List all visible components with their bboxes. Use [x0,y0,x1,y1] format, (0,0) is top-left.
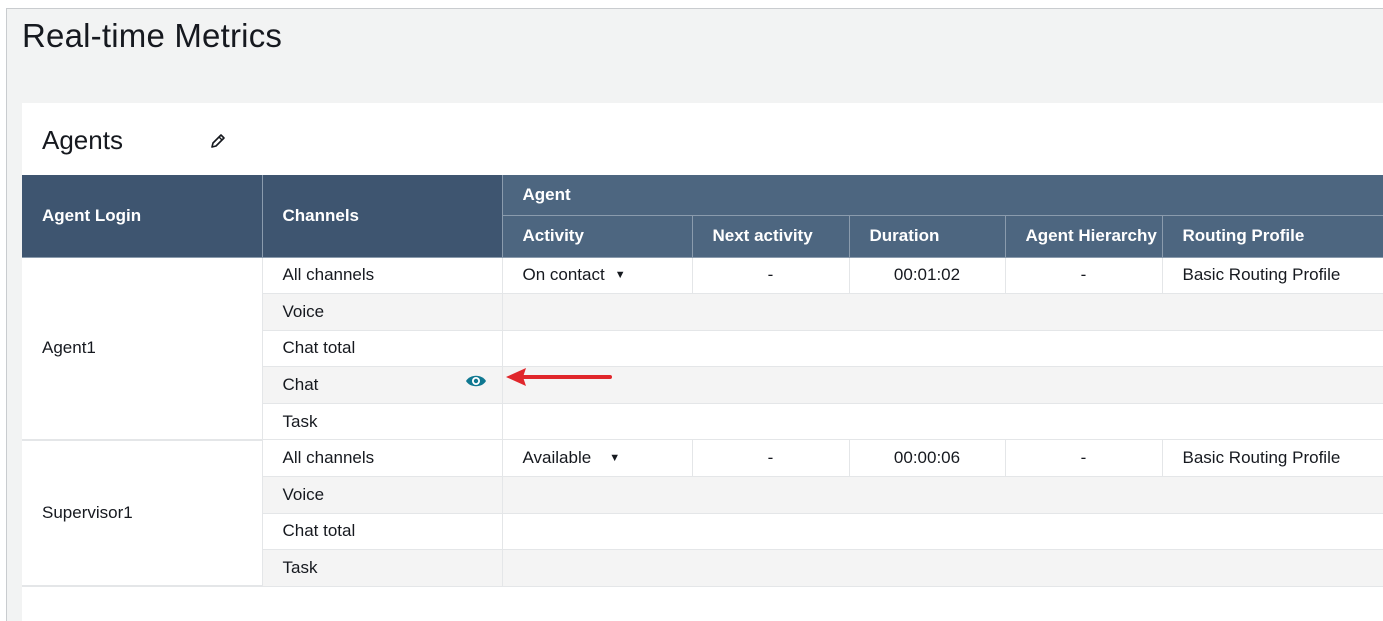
table-row: Agent1 All channels On contact ▼ - 00:01:… [22,257,1383,441]
empty-cell [502,330,1383,368]
column-header-channels[interactable]: Channels [262,175,503,258]
routing-profile-cell: Basic Routing Profile [1162,257,1383,295]
column-group-agent: Agent [502,175,1383,216]
next-activity-cell: - [692,257,850,295]
channel-cell: Chat total [262,513,503,551]
empty-cell [502,403,1383,441]
column-header-agent-hierarchy[interactable]: Agent Hierarchy [1005,215,1163,258]
panel-title: Agents [42,125,123,155]
arrow-left-icon [506,368,612,386]
empty-cell [502,513,1383,551]
agents-table: Agent Login Channels Agent Activity Next… [22,175,1383,588]
channel-cell: Voice [262,293,503,331]
routing-profile-cell: Basic Routing Profile [1162,439,1383,478]
agent-hierarchy-cell: - [1005,439,1163,478]
page-title: Real-time Metrics [22,17,283,54]
empty-cell [502,293,1383,331]
column-header-activity[interactable]: Activity [502,215,693,258]
empty-cell [502,366,1383,404]
agent-hierarchy-cell: - [1005,257,1163,295]
channel-cell: Chat total [262,330,503,368]
activity-cell[interactable]: Available ▼ [502,439,693,478]
table-row: Supervisor1 All channels Available ▼ - 00… [22,439,1383,588]
empty-cell [502,476,1383,514]
column-header-routing-profile[interactable]: Routing Profile [1162,215,1383,258]
channel-cell: Task [262,403,503,441]
pencil-icon[interactable] [210,133,226,149]
channel-cell: Task [262,549,503,587]
column-header-next-activity[interactable]: Next activity [692,215,850,258]
eye-icon[interactable] [465,373,487,389]
caret-down-icon[interactable]: ▼ [615,269,626,281]
activity-value: On contact [522,265,605,285]
column-header-duration[interactable]: Duration [849,215,1006,258]
duration-cell: 00:00:06 [849,439,1006,478]
agents-panel: Agents Agent Login Channels Agent Activi… [22,103,1383,621]
channel-cell: Voice [262,476,503,514]
caret-down-icon[interactable]: ▼ [609,452,620,464]
duration-cell: 00:01:02 [849,257,1006,295]
channel-cell: All channels [262,257,503,295]
next-activity-cell: - [692,439,850,478]
agent-login: Agent1 [22,257,263,441]
activity-value: Available [522,448,592,468]
column-header-agent-login[interactable]: Agent Login [22,175,263,258]
agent-login: Supervisor1 [22,439,263,588]
activity-cell[interactable]: On contact ▼ [502,257,693,295]
channel-cell: All channels [262,439,503,478]
empty-cell [502,549,1383,587]
